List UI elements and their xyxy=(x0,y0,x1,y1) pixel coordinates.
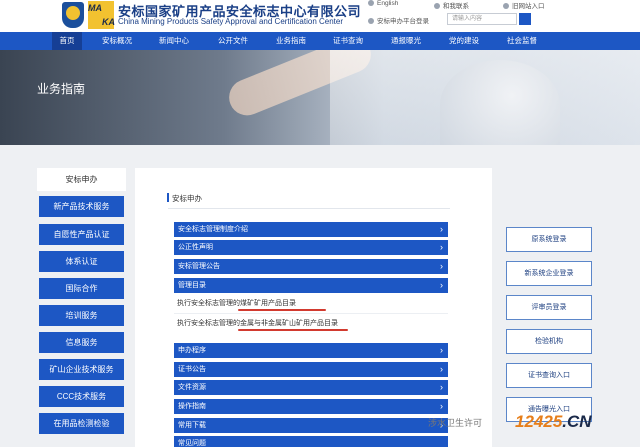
maka-logo[interactable]: MA KA xyxy=(88,1,115,29)
platform-login-link[interactable]: 安标申办平台登录 xyxy=(368,15,429,25)
sub-divider xyxy=(174,313,448,314)
nav-item-news[interactable]: 新闻中心 xyxy=(153,32,195,50)
sidebar-item-international[interactable]: 国际合作 xyxy=(39,278,124,299)
old-site-link[interactable]: 旧网站入口 xyxy=(503,0,545,10)
watermark-text: 涉水卫生许可 xyxy=(428,418,483,428)
accordion-mgmt-system[interactable]: 安全标志管理制度介绍 › xyxy=(174,222,448,237)
contact-link[interactable]: 和我联系 xyxy=(434,0,469,10)
accordion-cert-notice[interactable]: 证书公告 › xyxy=(174,362,448,377)
red-underline-mark xyxy=(238,329,348,331)
title-divider xyxy=(168,208,450,209)
nav-item-home[interactable]: 首页 xyxy=(52,32,82,50)
sidebar-item-training[interactable]: 培训服务 xyxy=(39,305,124,326)
sidebar-item-system-cert[interactable]: 体系认证 xyxy=(39,251,124,272)
user-icon xyxy=(368,18,374,25)
nav-item-supervision[interactable]: 社会监督 xyxy=(501,32,543,50)
sidebar-item-inspection[interactable]: 在用品检测检验 xyxy=(39,413,124,434)
page-title: 安标申办 xyxy=(172,194,202,203)
banner-person-image xyxy=(440,60,560,145)
search-input[interactable]: 请输入内容 xyxy=(447,13,517,25)
accordion-impartiality[interactable]: 公正性声明 › xyxy=(174,240,448,255)
legacy-system-login-button[interactable]: 原系统登录 xyxy=(506,227,592,252)
accordion-catalog[interactable]: 管理目录 › xyxy=(174,278,448,293)
top-header: MA KA 安标国家矿用产品安全标志中心有限公司 China Mining Pr… xyxy=(0,0,640,32)
accordion-announcements[interactable]: 安标管理公告 › xyxy=(174,259,448,274)
chevron-right-icon: › xyxy=(440,382,443,392)
sidebar-item-new-product[interactable]: 新产品技术服务 xyxy=(39,196,124,217)
enterprise-login-button[interactable]: 新系统企业登录 xyxy=(506,261,592,286)
nav-item-cert-query[interactable]: 证书查询 xyxy=(327,32,369,50)
accordion-faq[interactable]: 常见问题 xyxy=(174,436,448,447)
org-shield-logo[interactable] xyxy=(62,2,84,28)
watermark-logo: 12425.CN xyxy=(515,412,592,431)
home-icon xyxy=(503,3,509,10)
accordion-procedure[interactable]: 申办程序 › xyxy=(174,343,448,358)
red-underline-mark xyxy=(238,309,326,311)
sidebar-item-voluntary-cert[interactable]: 自愿性产品认证 xyxy=(39,224,124,245)
chevron-right-icon: › xyxy=(440,224,443,234)
nav-item-notices[interactable]: 通报曝光 xyxy=(385,32,427,50)
globe-icon xyxy=(368,0,374,7)
accordion-downloads[interactable]: 常用下载 › xyxy=(174,418,448,433)
catalog-link-coal[interactable]: 执行安全标志管理的煤矿矿用产品目录 xyxy=(177,298,296,308)
title-accent-bar xyxy=(167,193,169,202)
english-link[interactable]: English xyxy=(368,0,398,7)
mail-icon xyxy=(434,3,440,10)
sidebar-item-ccc[interactable]: CCC技术服务 xyxy=(39,386,124,407)
chevron-down-icon: › xyxy=(440,280,443,290)
nav-item-documents[interactable]: 公开文件 xyxy=(212,32,254,50)
cert-query-entry-button[interactable]: 证书查询入口 xyxy=(506,363,592,388)
chevron-right-icon: › xyxy=(440,401,443,411)
chevron-right-icon: › xyxy=(440,345,443,355)
sidebar-heading: 安标申办 xyxy=(37,168,126,191)
hero-banner xyxy=(0,50,640,145)
nav-item-guide[interactable]: 业务指南 xyxy=(270,32,312,50)
inspection-agency-button[interactable]: 检验机构 xyxy=(506,329,592,354)
main-nav: 首页 安标概况 新闻中心 公开文件 业务指南 证书查询 通报曝光 党的建设 社会… xyxy=(0,32,640,50)
chevron-right-icon: › xyxy=(440,261,443,271)
chevron-right-icon: › xyxy=(440,364,443,374)
catalog-link-metal[interactable]: 执行安全标志管理的金属与非金属矿山矿用产品目录 xyxy=(177,318,338,328)
search-icon[interactable] xyxy=(519,13,531,25)
nav-item-party[interactable]: 党的建设 xyxy=(443,32,485,50)
chevron-right-icon: › xyxy=(440,242,443,252)
sidebar-item-info[interactable]: 信息服务 xyxy=(39,332,124,353)
banner-title: 业务指南 xyxy=(37,82,86,96)
accordion-guide[interactable]: 操作指南 › xyxy=(174,399,448,414)
nav-item-overview[interactable]: 安标概况 xyxy=(96,32,138,50)
accordion-file-resources[interactable]: 文件资源 › xyxy=(174,380,448,395)
org-name-en: China Mining Products Safety Approval an… xyxy=(118,17,344,26)
reviewer-login-button[interactable]: 评审员登录 xyxy=(506,295,592,320)
sidebar-item-mine-tech[interactable]: 矿山企业技术服务 xyxy=(39,359,124,380)
